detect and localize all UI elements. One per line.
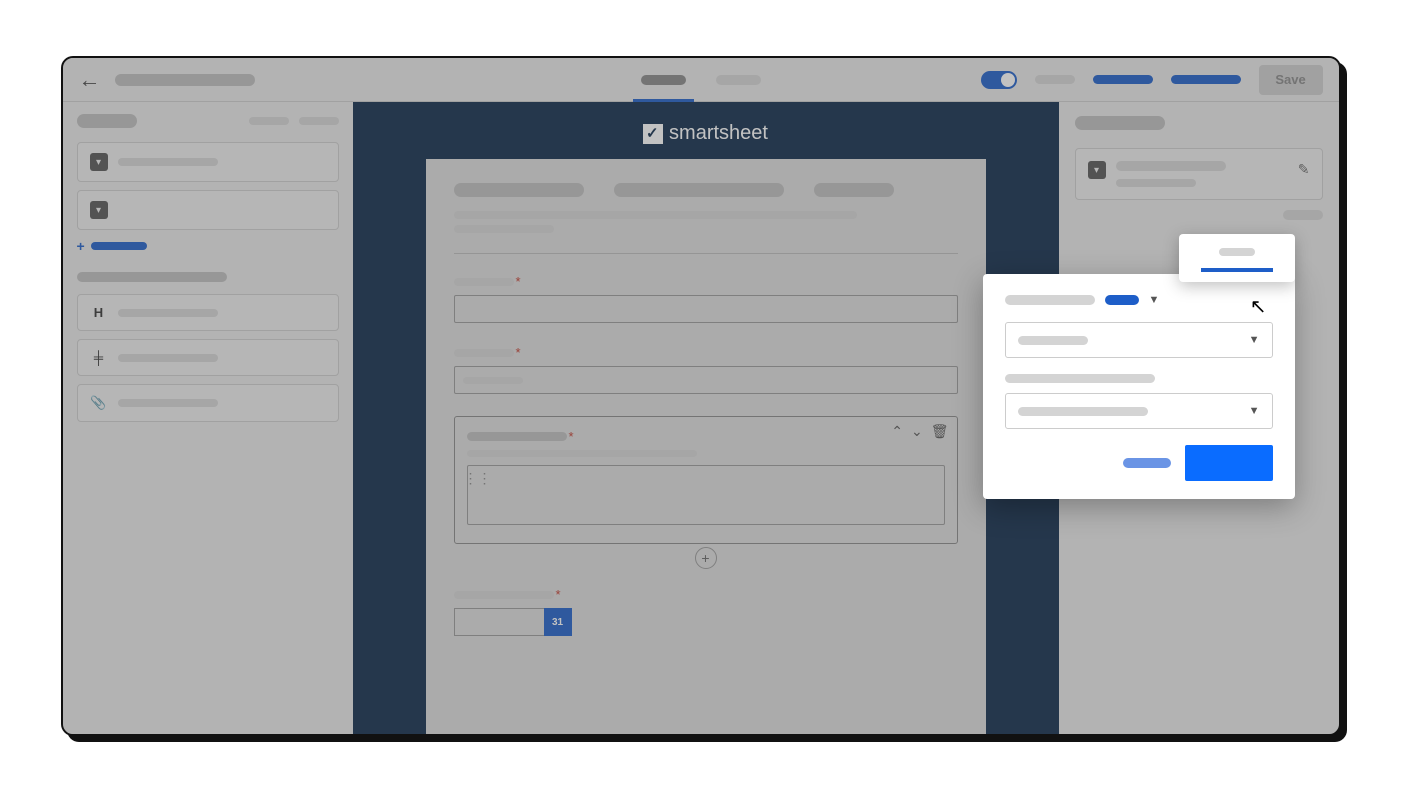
- popover-tab-label: [1219, 248, 1255, 256]
- action-dropdown[interactable]: ▼: [1005, 393, 1273, 429]
- date-input-group: 31: [454, 608, 958, 636]
- form-description-1: [454, 211, 857, 219]
- drag-handle-icon[interactable]: ⋮⋮: [464, 470, 492, 487]
- add-rule-row: [1075, 210, 1323, 220]
- field-3-helptext: [467, 450, 697, 457]
- page-title-placeholder: [115, 74, 255, 86]
- divider-icon: ╪: [90, 350, 108, 365]
- move-down-icon[interactable]: ⌄: [911, 423, 923, 440]
- form-description-2: [454, 225, 555, 233]
- left-panel: ▾ ▾ + H ╪ 📎: [63, 102, 353, 734]
- topbar-right: Save: [981, 65, 1323, 95]
- tab-build[interactable]: [641, 75, 686, 85]
- dropdown-value-1: [1018, 336, 1088, 345]
- save-button[interactable]: Save: [1259, 65, 1323, 95]
- form-page: * * ⌃ ⌄ 🗑: [426, 159, 986, 734]
- right-panel-title: [1075, 116, 1165, 130]
- form-divider: [454, 253, 958, 254]
- field-1-label-row: *: [454, 274, 958, 289]
- date-input[interactable]: [454, 608, 544, 636]
- element-attachment[interactable]: 📎: [77, 384, 339, 422]
- cursor-icon: ↖: [1250, 294, 1267, 319]
- element-divider-label: [118, 354, 218, 362]
- logo-text: smartsheet: [669, 122, 768, 145]
- smartsheet-logo: smartsheet: [643, 122, 768, 145]
- required-icon: *: [516, 274, 521, 289]
- dropdown-field-icon: ▾: [90, 153, 108, 171]
- then-label: [1005, 374, 1155, 383]
- apply-button[interactable]: [1185, 445, 1273, 481]
- form-elements-title: [77, 272, 227, 282]
- field-2-value: [463, 377, 523, 384]
- selected-field-block[interactable]: ⌃ ⌄ 🗑 * ⋮⋮: [454, 416, 958, 544]
- field-item-1[interactable]: ▾: [77, 142, 339, 182]
- preview-toggle[interactable]: [981, 71, 1017, 89]
- app-frame: ← Save ▾ ▾: [61, 56, 1341, 736]
- logic-popover-group: ↖ ▼ ▼ ▼: [983, 234, 1295, 499]
- header-link-1[interactable]: [1093, 75, 1153, 84]
- left-panel-sub-1: [249, 117, 289, 125]
- logic-rule-card[interactable]: ✎ ▾: [1075, 148, 1323, 200]
- element-attachment-label: [118, 399, 218, 407]
- add-field-text: [91, 242, 147, 250]
- element-heading[interactable]: H: [77, 294, 339, 331]
- condition-pill[interactable]: [1105, 295, 1139, 305]
- rule-line-1: [1116, 161, 1226, 171]
- field-1-label: [454, 278, 514, 286]
- form-title-2: [614, 183, 784, 197]
- field-2-input[interactable]: [454, 366, 958, 394]
- header-link-2[interactable]: [1171, 75, 1241, 84]
- delete-icon[interactable]: 🗑: [931, 423, 949, 440]
- form-preview-panel: smartsheet * *: [353, 102, 1059, 734]
- back-arrow-icon[interactable]: ←: [79, 67, 101, 93]
- plus-icon: +: [77, 238, 85, 254]
- add-rule-link[interactable]: [1283, 210, 1323, 220]
- logic-config-popover: ▼ ▼ ▼: [983, 274, 1295, 499]
- dropdown-field-icon: ▾: [1088, 161, 1106, 179]
- element-divider[interactable]: ╪: [77, 339, 339, 376]
- field-4-label-row: *: [454, 587, 958, 602]
- move-up-icon[interactable]: ⌃: [891, 423, 903, 440]
- rule-line-2: [1116, 179, 1196, 187]
- required-icon: *: [516, 345, 521, 360]
- field-3-textarea[interactable]: ⋮⋮: [467, 465, 945, 525]
- field-2-label-row: *: [454, 345, 958, 360]
- chevron-down-icon[interactable]: ▼: [1149, 294, 1160, 306]
- field-item-1-label: [118, 158, 218, 166]
- condition-field-dropdown[interactable]: ▼: [1005, 322, 1273, 358]
- add-field-below-button[interactable]: +: [695, 547, 717, 569]
- heading-icon: H: [90, 305, 108, 320]
- top-bar: ← Save: [63, 58, 1339, 102]
- dropdown-value-2: [1018, 407, 1148, 416]
- add-field-link[interactable]: +: [77, 238, 339, 254]
- form-title-3: [814, 183, 894, 197]
- tab-settings[interactable]: [716, 75, 761, 85]
- left-panel-title: [77, 114, 137, 128]
- field-1-input[interactable]: [454, 295, 958, 323]
- popover-tab-underline: [1201, 268, 1273, 272]
- field-3-label: [467, 432, 567, 441]
- cancel-button[interactable]: [1123, 458, 1171, 468]
- required-icon: *: [569, 429, 574, 444]
- logo-icon: [643, 124, 663, 144]
- attachment-icon: 📎: [90, 395, 108, 411]
- chevron-down-icon: ▼: [1249, 334, 1260, 346]
- required-icon: *: [556, 587, 561, 602]
- field-tools: ⌃ ⌄ 🗑: [891, 423, 948, 440]
- field-2-label: [454, 349, 514, 357]
- center-tabs: [641, 75, 761, 85]
- toggle-label: [1035, 75, 1075, 84]
- dropdown-field-icon: ▾: [90, 201, 108, 219]
- chevron-down-icon: ▼: [1249, 405, 1260, 417]
- field-4-label: [454, 591, 554, 599]
- when-label: [1005, 295, 1095, 305]
- form-title-1: [454, 183, 584, 197]
- edit-icon[interactable]: ✎: [1298, 161, 1310, 178]
- field-item-2[interactable]: ▾: [77, 190, 339, 230]
- calendar-icon[interactable]: 31: [544, 608, 572, 636]
- element-heading-label: [118, 309, 218, 317]
- left-panel-sub-2: [299, 117, 339, 125]
- popover-tab[interactable]: [1179, 234, 1295, 282]
